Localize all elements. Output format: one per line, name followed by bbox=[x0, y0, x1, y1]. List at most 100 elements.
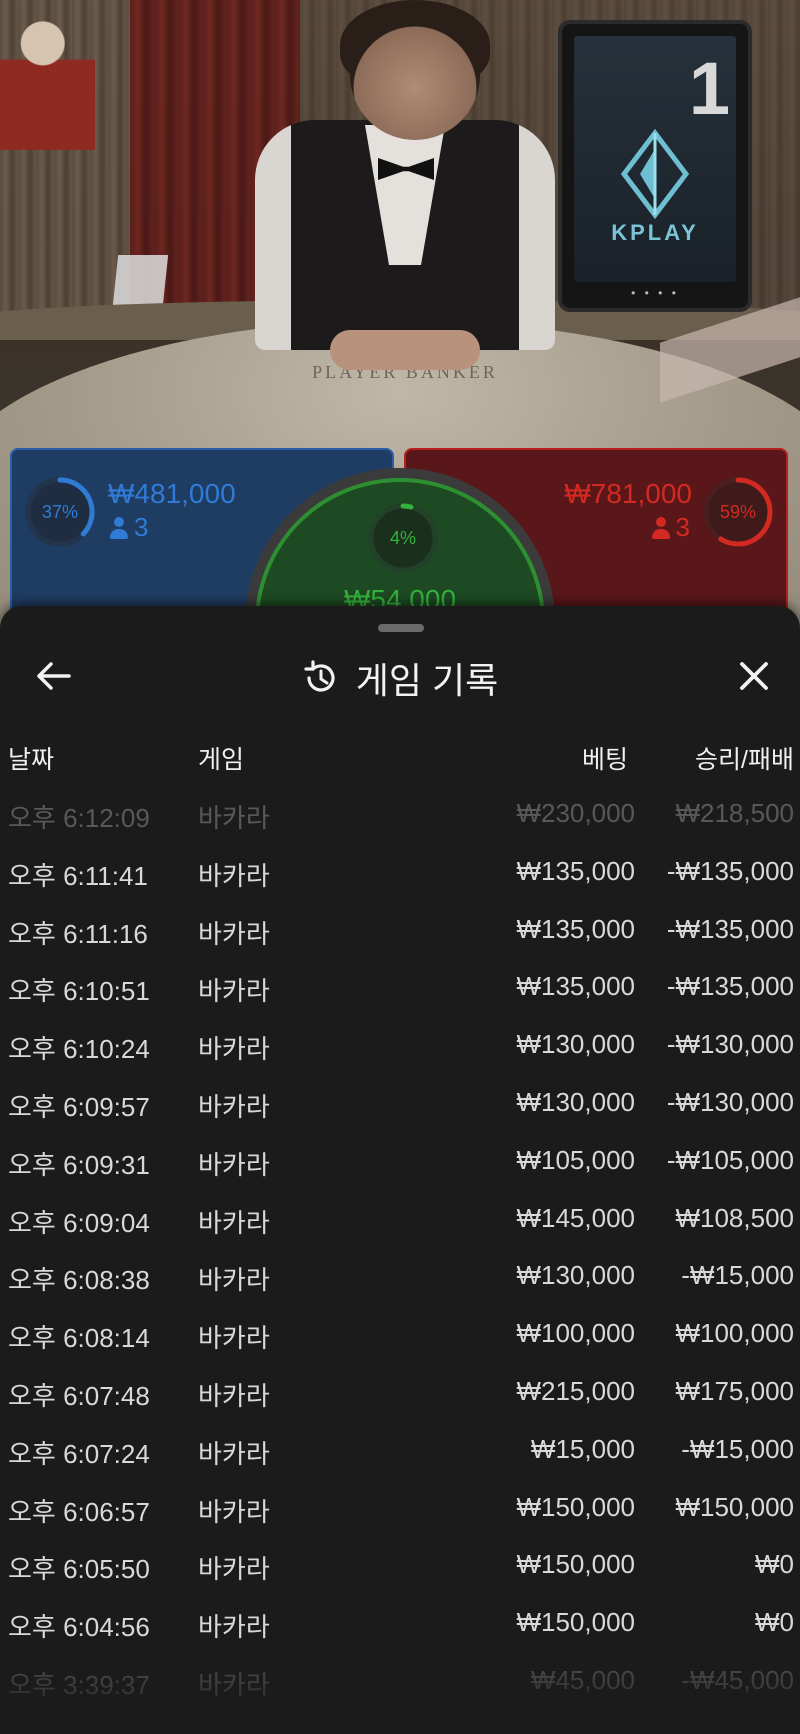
row-date: 오후 6:08:38 bbox=[8, 1265, 150, 1296]
history-row[interactable]: 오후 6:10:51 바카라 ₩135,000 -₩135,000 bbox=[0, 959, 800, 1017]
row-date: 오후 6:09:31 bbox=[8, 1149, 150, 1180]
tie-percent: 4% bbox=[389, 527, 416, 548]
row-game: 바카라 bbox=[198, 1438, 270, 1469]
row-game: 바카라 bbox=[198, 860, 270, 891]
row-bet: ₩105,000 bbox=[516, 1144, 635, 1175]
row-game: 바카라 bbox=[198, 1149, 270, 1180]
row-result: ₩108,500 bbox=[675, 1202, 794, 1233]
user-icon bbox=[651, 516, 670, 539]
table-monitor: 1 KPLAY • • • • bbox=[562, 24, 748, 308]
history-row[interactable]: 오후 6:07:48 바카라 ₩215,000 ₩175,000 bbox=[0, 1364, 800, 1422]
row-result: ₩175,000 bbox=[675, 1375, 794, 1406]
history-row[interactable]: 오후 6:06:57 바카라 ₩150,000 ₩150,000 bbox=[0, 1480, 800, 1538]
row-date: 오후 6:07:48 bbox=[8, 1380, 150, 1411]
history-icon bbox=[304, 660, 335, 692]
row-game: 바카라 bbox=[198, 1091, 270, 1122]
player-bet-total: ₩481,000 bbox=[108, 478, 236, 509]
sheet-title-group: 게임 기록 bbox=[0, 652, 800, 704]
player-bettors: 3 bbox=[110, 512, 148, 543]
history-row[interactable]: 오후 6:05:50 바카라 ₩150,000 ₩0 bbox=[0, 1537, 800, 1595]
row-game: 바카라 bbox=[198, 1323, 270, 1354]
monitor-dots: • • • • bbox=[631, 286, 679, 300]
row-result: -₩15,000 bbox=[681, 1433, 794, 1464]
row-bet: ₩150,000 bbox=[516, 1607, 635, 1638]
table-number: 1 bbox=[688, 47, 730, 130]
history-row[interactable]: 오후 6:08:38 바카라 ₩130,000 -₩15,000 bbox=[0, 1248, 800, 1306]
row-date: 오후 6:10:51 bbox=[8, 976, 150, 1007]
row-date: 오후 6:05:50 bbox=[8, 1554, 150, 1585]
row-bet: ₩135,000 bbox=[516, 855, 635, 886]
row-game: 바카라 bbox=[198, 803, 270, 833]
row-bet: ₩135,000 bbox=[516, 971, 635, 1002]
row-game: 바카라 bbox=[198, 976, 270, 1007]
row-game: 바카라 bbox=[198, 1496, 270, 1527]
row-date: 오후 6:09:57 bbox=[8, 1091, 150, 1122]
column-header-date: 날짜 bbox=[8, 746, 55, 774]
history-row[interactable]: 오후 6:09:04 바카라 ₩145,000 ₩108,500 bbox=[0, 1191, 800, 1249]
row-game: 바카라 bbox=[198, 1612, 270, 1643]
history-row[interactable]: 오후 6:08:14 바카라 ₩100,000 ₩100,000 bbox=[0, 1306, 800, 1364]
sheet-header: 게임 기록 bbox=[0, 646, 800, 706]
sheet-drag-handle[interactable] bbox=[378, 624, 424, 632]
banker-bettors: 3 bbox=[651, 512, 690, 543]
row-result: ₩150,000 bbox=[675, 1491, 794, 1522]
row-game: 바카라 bbox=[198, 1207, 270, 1238]
banker-bettor-count: 3 bbox=[675, 512, 690, 542]
row-bet: ₩230,000 bbox=[516, 798, 635, 828]
row-date: 오후 6:12:09 bbox=[8, 803, 150, 833]
monitor-brand: KPLAY bbox=[611, 220, 699, 245]
background-person bbox=[0, 20, 95, 150]
row-bet: ₩130,000 bbox=[516, 1086, 635, 1117]
history-list[interactable]: 오후 6:12:09 바카라 ₩230,000 ₩218,500 오후 6:11:41 바… bbox=[0, 786, 800, 1711]
row-result: -₩130,000 bbox=[666, 1086, 794, 1117]
close-button[interactable] bbox=[730, 652, 778, 700]
row-bet: ₩145,000 bbox=[516, 1202, 635, 1233]
row-result: -₩135,000 bbox=[666, 913, 794, 944]
row-bet: ₩130,000 bbox=[516, 1260, 635, 1291]
row-date: 오후 6:11:41 bbox=[8, 860, 148, 891]
row-result: -₩105,000 bbox=[666, 1144, 794, 1175]
row-result: -₩130,000 bbox=[666, 1029, 794, 1060]
row-game: 바카라 bbox=[198, 1034, 270, 1065]
history-row[interactable]: 오후 6:09:31 바카라 ₩105,000 -₩105,000 bbox=[0, 1133, 800, 1191]
dealer-head bbox=[350, 10, 480, 140]
row-date: 오후 6:06:57 bbox=[8, 1496, 150, 1527]
history-row[interactable]: 오후 6:11:16 바카라 ₩135,000 -₩135,000 bbox=[0, 902, 800, 960]
row-date: 오후 6:11:16 bbox=[8, 918, 148, 949]
player-percent-ring: 37% bbox=[24, 476, 96, 548]
row-date: 오후 6:09:04 bbox=[8, 1207, 150, 1238]
column-header-game: 게임 bbox=[198, 746, 245, 774]
row-bet: ₩215,000 bbox=[516, 1375, 635, 1406]
row-bet: ₩100,000 bbox=[516, 1318, 635, 1349]
row-result: -₩135,000 bbox=[666, 855, 794, 886]
kplay-logo-icon bbox=[620, 129, 690, 219]
dealer-hands bbox=[330, 330, 480, 370]
history-row[interactable]: 오후 6:07:24 바카라 ₩15,000 -₩15,000 bbox=[0, 1422, 800, 1480]
user-icon bbox=[110, 516, 128, 539]
banker-percent-ring: 59% bbox=[702, 476, 774, 548]
row-date: 오후 6:08:14 bbox=[8, 1323, 150, 1354]
row-game: 바카라 bbox=[198, 1265, 270, 1296]
row-date: 오후 6:04:56 bbox=[8, 1612, 150, 1643]
history-row[interactable]: 오후 6:10:24 바카라 ₩130,000 -₩130,000 bbox=[0, 1017, 800, 1075]
row-date: 오후 6:07:24 bbox=[8, 1438, 150, 1469]
history-row[interactable]: 오후 6:09:57 바카라 ₩130,000 -₩130,000 bbox=[0, 1075, 800, 1133]
row-game: 바카라 bbox=[198, 918, 270, 949]
row-result: -₩15,000 bbox=[681, 1260, 794, 1291]
row-bet: ₩130,000 bbox=[516, 1029, 635, 1060]
row-bet: ₩150,000 bbox=[516, 1491, 635, 1522]
history-row[interactable]: 오후 6:12:09 바카라 ₩230,000 ₩218,500 bbox=[0, 786, 800, 844]
list-fade bbox=[0, 1664, 800, 1734]
history-row[interactable]: 오후 6:11:41 바카라 ₩135,000 -₩135,000 bbox=[0, 844, 800, 902]
row-bet: ₩15,000 bbox=[530, 1433, 635, 1464]
column-header-result: 승리/패배 bbox=[695, 746, 794, 774]
row-game: 바카라 bbox=[198, 1554, 270, 1585]
history-row[interactable]: 오후 6:04:56 바카라 ₩150,000 ₩0 bbox=[0, 1595, 800, 1653]
row-result: -₩135,000 bbox=[666, 971, 794, 1002]
close-icon bbox=[740, 662, 768, 690]
player-bettor-count: 3 bbox=[134, 512, 149, 542]
row-game: 바카라 bbox=[198, 1380, 270, 1411]
row-result: ₩218,500 bbox=[675, 798, 794, 828]
row-date: 오후 6:10:24 bbox=[8, 1034, 150, 1065]
column-header-bet: 베팅 bbox=[581, 746, 628, 774]
